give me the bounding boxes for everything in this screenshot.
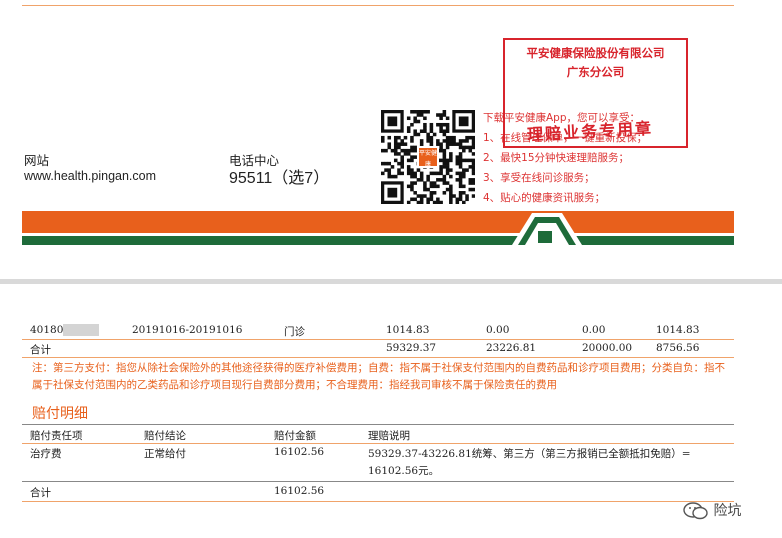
website-url[interactable]: www.health.pingan.com — [24, 169, 156, 183]
expense-total-col-b: 20000.00 — [582, 342, 633, 354]
redacted-block — [63, 324, 100, 336]
app-download-qr-code: 平安健康 — [381, 110, 476, 205]
expense-row-period: 20191016-20191016 — [132, 324, 243, 336]
payout-header-conclusion: 赔付结论 — [144, 430, 186, 442]
table-divider — [22, 339, 734, 340]
stamp-branch-name: 广东分公司 — [566, 65, 625, 79]
payout-total-label: 合计 — [30, 487, 51, 499]
fee-definition-note: 注：第三方支付：指您从除社会保险外的其他途径获得的医疗补偿费用；自费：指不属于社… — [32, 362, 725, 391]
website-label: 网站 — [24, 153, 50, 168]
expense-total-col-a: 23226.81 — [486, 342, 537, 354]
pingan-app-logo: 平安健康 — [417, 146, 439, 168]
claim-document-page-top: 网站 www.health.pingan.com 电话中心 95511（选7） … — [0, 0, 782, 279]
payout-explanation-line1: 59329.37-43226.81统筹、第三方（第三方报销已全额抵扣免赔）= — [368, 448, 691, 460]
payout-header-item: 赔付责任项 — [30, 430, 83, 442]
brand-footer-band — [22, 211, 734, 245]
page-top-rule — [22, 5, 734, 6]
stamp-purpose-text: 理赔业务专用章 — [526, 118, 654, 145]
payout-header-divider — [22, 443, 734, 444]
payout-explanation-line2: 16102.56元。 — [368, 465, 440, 477]
payout-table-bottom-rule — [22, 501, 734, 502]
table-divider — [22, 357, 734, 358]
payout-table-divider — [22, 481, 734, 482]
watermark-text: 险坑 — [713, 503, 742, 519]
company-seal-stamp: 平安健康保险股份有限公司 广东分公司 理赔业务专用章 — [503, 38, 688, 148]
payout-section-title: 赔付明细 — [32, 406, 88, 422]
payout-amount: 16102.56 — [274, 446, 325, 458]
payout-table-top-rule — [22, 424, 734, 425]
expense-row-id: 401800 — [30, 324, 100, 336]
expense-row-type: 门诊 — [284, 326, 305, 338]
payout-conclusion: 正常给付 — [144, 448, 186, 460]
payout-header-amount: 赔付金额 — [274, 430, 316, 442]
app-service-item: 4、贴心的健康资讯服务； — [483, 192, 606, 204]
stamp-company-name: 平安健康保险股份有限公司 — [526, 46, 665, 60]
expense-row-col-c: 1014.83 — [656, 324, 700, 336]
payout-item: 治疗费 — [30, 448, 62, 460]
wechat-icon — [683, 502, 708, 520]
payout-row: 治疗费 正常给付 16102.56 59329.37-43226.81统筹、第三… — [22, 446, 734, 480]
expense-row-total: 1014.83 — [386, 324, 430, 336]
expense-row-col-a: 0.00 — [486, 324, 510, 336]
expense-total-label: 合计 — [30, 344, 51, 356]
expense-total-col-c: 8756.56 — [656, 342, 700, 354]
watermark: 险坑 — [683, 500, 741, 520]
expense-row-col-b: 0.00 — [582, 324, 606, 336]
expense-total-amount: 59329.37 — [386, 342, 437, 354]
payout-total-amount: 16102.56 — [274, 485, 325, 497]
payout-header-explanation: 理赔说明 — [368, 430, 410, 442]
app-service-item: 2、最快15分钟快速理赔服务； — [483, 152, 630, 164]
phone-center-number: 95511（选7） — [229, 170, 330, 187]
claim-document-page-bottom: 401800 20191016-20191016 门诊 1014.83 0.00… — [0, 284, 782, 538]
app-service-item: 3、享受在线问诊服务； — [483, 172, 595, 184]
